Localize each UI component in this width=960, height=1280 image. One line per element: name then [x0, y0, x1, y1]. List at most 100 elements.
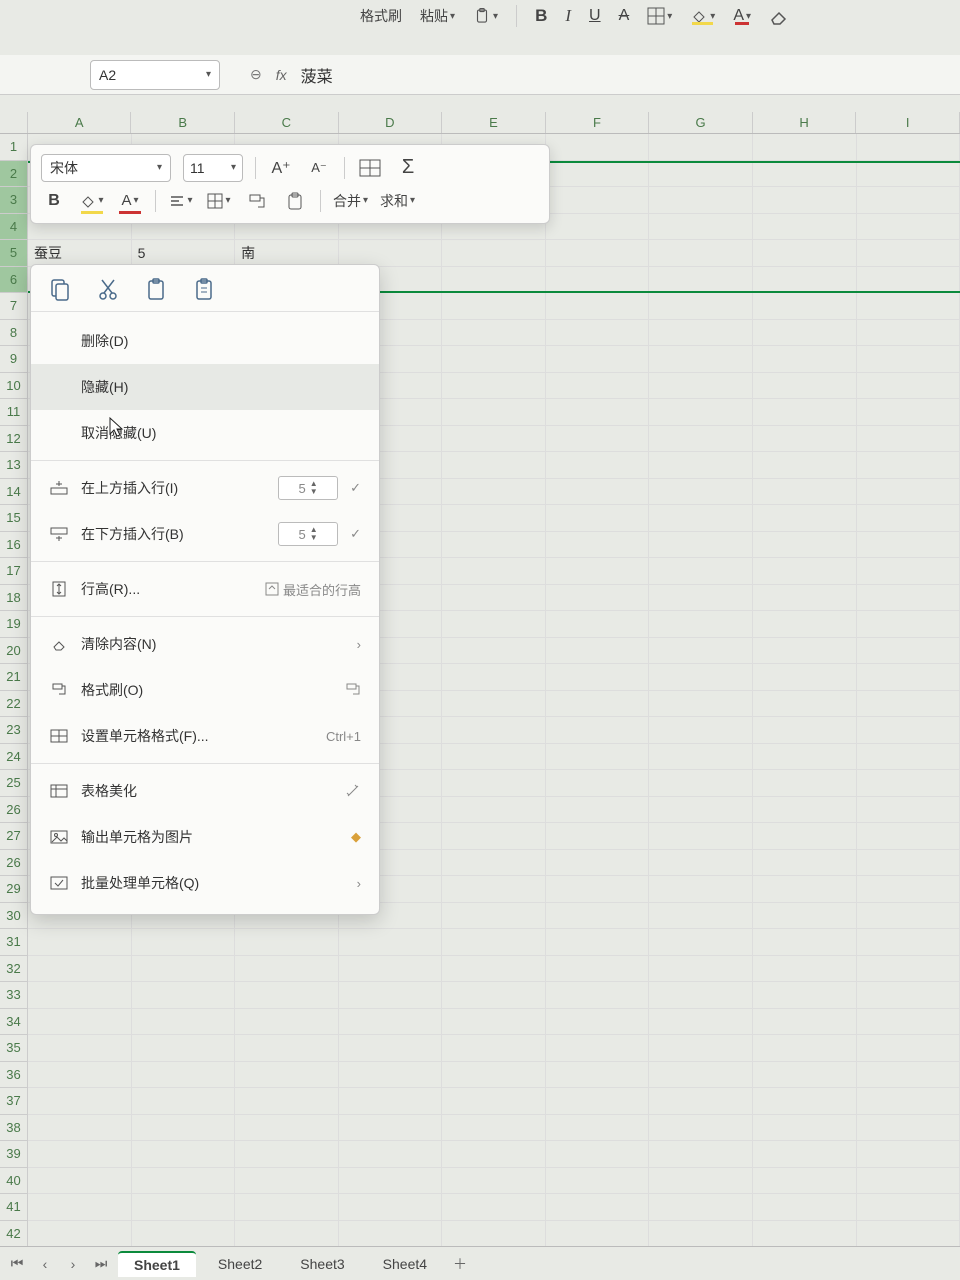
cell[interactable] — [339, 1088, 443, 1114]
cell[interactable] — [546, 691, 650, 717]
row-header[interactable]: 6 — [0, 267, 28, 294]
row-header[interactable]: 27 — [0, 823, 28, 850]
cell[interactable] — [857, 320, 960, 346]
row-header[interactable]: 35 — [0, 1035, 28, 1062]
cell[interactable] — [28, 929, 132, 955]
cell[interactable] — [857, 823, 960, 849]
sheet-nav-next-icon[interactable]: › — [62, 1256, 84, 1272]
cell[interactable] — [339, 1141, 443, 1167]
row-header[interactable]: 13 — [0, 452, 28, 479]
cell[interactable] — [546, 452, 650, 478]
row-header[interactable]: 37 — [0, 1088, 28, 1115]
sheet-tab[interactable]: Sheet1 — [118, 1251, 196, 1277]
formula-content[interactable]: 菠菜 — [301, 63, 333, 87]
cell[interactable] — [442, 717, 546, 743]
row-header[interactable]: 11 — [0, 399, 28, 426]
row-header[interactable]: 42 — [0, 1221, 28, 1248]
cell[interactable] — [442, 664, 546, 690]
cell[interactable] — [857, 346, 960, 372]
cell[interactable] — [442, 744, 546, 770]
sheet-nav-prev-icon[interactable]: ‹ — [34, 1256, 56, 1272]
cell[interactable] — [339, 240, 443, 266]
row-header[interactable]: 32 — [0, 956, 28, 983]
menu-delete[interactable]: 删除(D) — [31, 318, 379, 364]
cell[interactable] — [857, 373, 960, 399]
cell[interactable] — [546, 1221, 650, 1247]
cell[interactable] — [753, 1194, 857, 1220]
cell[interactable] — [649, 1115, 753, 1141]
cell[interactable] — [857, 1035, 960, 1061]
cell[interactable] — [753, 903, 857, 929]
cell[interactable] — [442, 929, 546, 955]
row-header[interactable]: 10 — [0, 373, 28, 400]
cell[interactable] — [753, 956, 857, 982]
cell[interactable] — [649, 876, 753, 902]
cell[interactable] — [857, 1221, 960, 1247]
cell[interactable] — [857, 267, 960, 292]
font-name-select[interactable]: 宋体▾ — [41, 154, 171, 182]
cell[interactable] — [753, 293, 857, 319]
cell[interactable] — [857, 479, 960, 505]
cell[interactable] — [753, 797, 857, 823]
cell[interactable] — [753, 850, 857, 876]
fill-color-button[interactable]: ▾ — [79, 188, 105, 214]
cell[interactable] — [753, 664, 857, 690]
cell[interactable] — [442, 797, 546, 823]
cell[interactable] — [546, 1062, 650, 1088]
cell[interactable] — [442, 770, 546, 796]
sheet-tab[interactable]: Sheet4 — [367, 1252, 443, 1276]
cell[interactable] — [857, 399, 960, 425]
fx-label[interactable]: fx — [276, 67, 287, 83]
cell[interactable] — [28, 1221, 132, 1247]
cell[interactable] — [28, 1115, 132, 1141]
row-header[interactable]: 39 — [0, 1141, 28, 1168]
column-header[interactable]: D — [339, 112, 443, 133]
cell[interactable] — [235, 1194, 339, 1220]
copy-icon[interactable] — [49, 277, 71, 301]
cell[interactable] — [546, 479, 650, 505]
cut-icon[interactable] — [97, 277, 119, 301]
cell[interactable] — [649, 426, 753, 452]
cell[interactable] — [132, 1221, 236, 1247]
cell[interactable] — [442, 240, 546, 266]
menu-beautify[interactable]: 表格美化 — [31, 768, 379, 814]
cell[interactable] — [753, 452, 857, 478]
menu-insert-rows-above[interactable]: 在上方插入行(I) 5▲▼✓ — [31, 465, 379, 511]
row-header[interactable]: 12 — [0, 426, 28, 453]
cell[interactable] — [649, 479, 753, 505]
cell[interactable] — [649, 1035, 753, 1061]
cell[interactable] — [28, 1168, 132, 1194]
cell[interactable] — [649, 163, 753, 187]
brush-icon[interactable] — [345, 682, 361, 698]
cell[interactable] — [442, 1115, 546, 1141]
cell[interactable] — [546, 717, 650, 743]
cell[interactable] — [235, 929, 339, 955]
cell[interactable] — [857, 876, 960, 902]
cell[interactable] — [649, 611, 753, 637]
cell[interactable] — [649, 1194, 753, 1220]
cell[interactable] — [649, 664, 753, 690]
cell[interactable] — [649, 505, 753, 531]
underline-button[interactable]: U — [589, 7, 601, 25]
cell[interactable] — [857, 1141, 960, 1167]
cell[interactable] — [753, 240, 857, 266]
cell[interactable] — [442, 1221, 546, 1247]
cell[interactable] — [28, 1088, 132, 1114]
cell[interactable] — [235, 1088, 339, 1114]
eraser-icon[interactable] — [769, 7, 789, 25]
cell[interactable] — [753, 982, 857, 1008]
cell[interactable] — [339, 956, 443, 982]
cell[interactable] — [442, 558, 546, 584]
row-header[interactable]: 40 — [0, 1168, 28, 1195]
row-header[interactable]: 3 — [0, 187, 28, 214]
cell[interactable] — [857, 717, 960, 743]
row-header[interactable]: 26 — [0, 797, 28, 824]
cell[interactable] — [235, 1009, 339, 1035]
cell[interactable] — [339, 982, 443, 1008]
cell[interactable] — [857, 214, 960, 240]
cell[interactable] — [28, 1009, 132, 1035]
cell[interactable] — [753, 558, 857, 584]
cell[interactable] — [753, 399, 857, 425]
cell[interactable] — [649, 399, 753, 425]
cell[interactable] — [857, 929, 960, 955]
